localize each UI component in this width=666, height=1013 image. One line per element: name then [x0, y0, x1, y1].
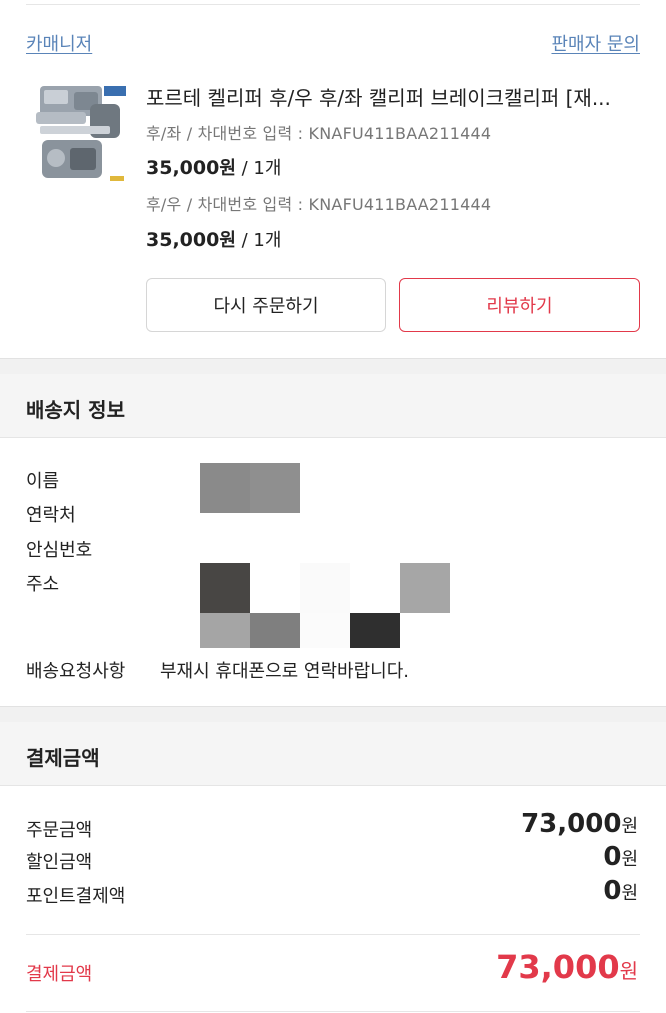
contact-label: 연락처: [26, 505, 76, 526]
option-price-amount-2: 35,000: [146, 229, 220, 251]
safe-number-label: 안심번호: [26, 540, 93, 561]
seller-name-link[interactable]: 카매니저: [26, 30, 92, 56]
option-price-amount-1: 35,000: [146, 157, 220, 179]
discount-amount-value: 0원: [603, 842, 638, 872]
discount-amount-number: 0: [603, 842, 622, 872]
product-thumbnail[interactable]: [30, 78, 130, 188]
payment-section-header: 결제금액: [0, 722, 666, 786]
option-text-1: 후/좌 / 차대번호 입력 : KNAFU411BAA211444: [146, 124, 492, 143]
product-title[interactable]: 포르테 켈리퍼 후/우 후/좌 캘리퍼 브레이크캘리퍼 [재...: [146, 82, 638, 111]
point-payment-value: 0원: [603, 876, 638, 906]
point-payment-number: 0: [603, 876, 622, 906]
total-payment-unit: 원: [619, 959, 638, 983]
option-qty-1: / 1개: [235, 158, 282, 179]
section-spacer-2: [0, 706, 666, 722]
point-payment-label: 포인트결제액: [26, 886, 126, 907]
shipping-section-header: 배송지 정보: [0, 374, 666, 438]
option-price-unit-1: 원: [219, 158, 236, 179]
address-label: 주소: [26, 574, 60, 595]
top-divider: [26, 4, 640, 5]
payment-section-title: 결제금액: [26, 746, 100, 770]
option-price-2: 35,000원 / 1개: [146, 226, 281, 252]
discount-amount-unit: 원: [621, 849, 638, 870]
option-text-2: 후/우 / 차대번호 입력 : KNAFU411BAA211444: [146, 195, 492, 214]
total-payment-value: 73,000원: [496, 948, 638, 986]
reorder-button[interactable]: 다시 주문하기: [146, 278, 386, 332]
option-price-unit-2: 원: [219, 230, 236, 251]
discount-amount-label: 할인금액: [26, 852, 93, 873]
point-payment-unit: 원: [621, 883, 638, 904]
order-amount-number: 73,000: [521, 809, 622, 839]
order-amount-label: 주문금액: [26, 820, 93, 841]
delivery-request-value: 부재시 휴대폰으로 연락바랍니다.: [160, 661, 410, 682]
seller-row: 카매니저 판매자 문의: [26, 30, 640, 60]
total-payment-number: 73,000: [496, 948, 620, 986]
section-spacer: [0, 358, 666, 374]
name-label: 이름: [26, 471, 60, 492]
delivery-request-label: 배송요청사항: [26, 661, 126, 682]
review-button[interactable]: 리뷰하기: [399, 278, 640, 332]
option-price-1: 35,000원 / 1개: [146, 154, 281, 180]
order-amount-value: 73,000원: [521, 809, 638, 839]
order-amount-unit: 원: [621, 816, 638, 837]
bottom-divider: [26, 1011, 640, 1012]
seller-inquiry-link[interactable]: 판매자 문의: [551, 30, 640, 56]
total-payment-label: 결제금액: [26, 964, 93, 985]
payment-divider: [26, 934, 640, 935]
shipping-section-title: 배송지 정보: [26, 398, 125, 422]
option-qty-2: / 1개: [235, 230, 282, 251]
